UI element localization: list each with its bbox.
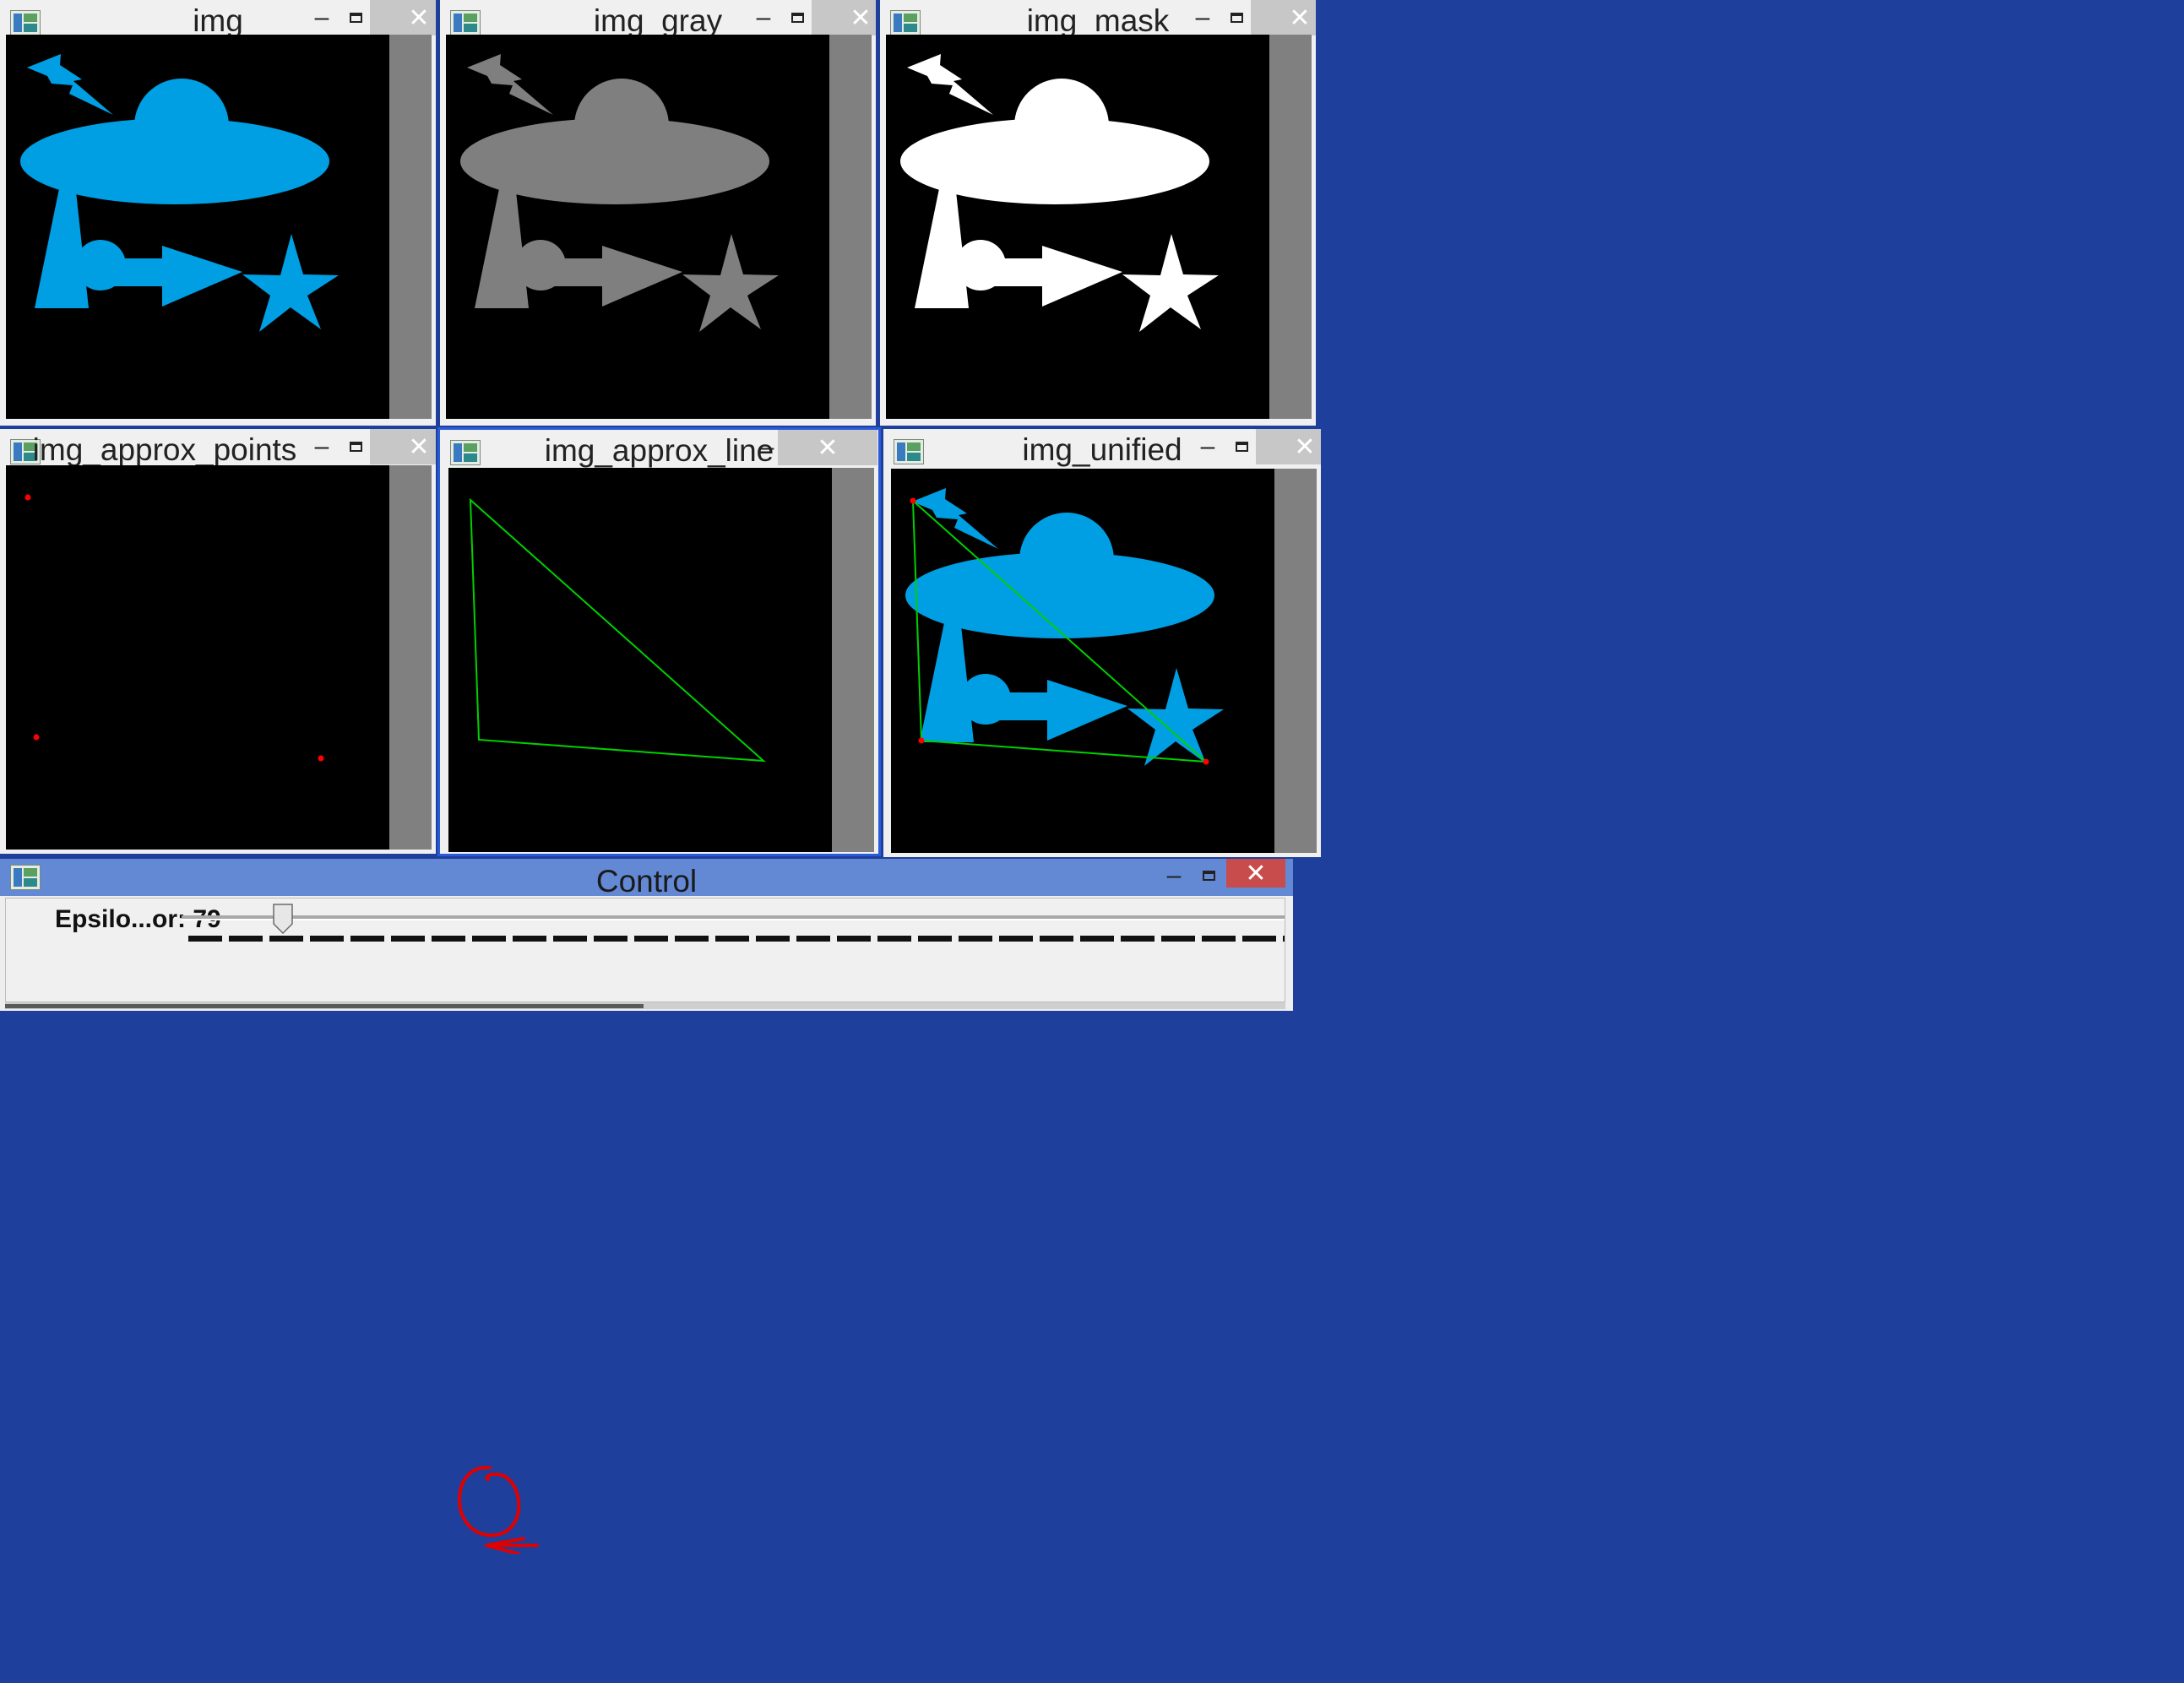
trackbar-tick: [1161, 936, 1195, 942]
scrollbar-thumb[interactable]: [5, 1004, 644, 1008]
horizontal-scrollbar[interactable]: [5, 1002, 1285, 1009]
app-icon: [10, 10, 41, 35]
window-img: img – ✕: [0, 0, 436, 426]
trackbar-tick: [513, 936, 546, 942]
close-button[interactable]: ✕: [1226, 859, 1285, 888]
canvas-scrollbar[interactable]: [389, 35, 432, 419]
trackbar-tick: [877, 936, 911, 942]
trackbar-panel: Epsilo...or: 79: [5, 898, 1285, 1002]
approx-point: [918, 737, 925, 744]
close-button[interactable]: ✕: [812, 0, 876, 35]
image-canvas: [448, 468, 832, 852]
trackbar-tick: [1242, 936, 1276, 942]
app-icon: [10, 865, 41, 890]
trackbar-tick: [918, 936, 952, 942]
image-canvas: [891, 469, 1274, 853]
trackbar-ticks: [188, 936, 1285, 942]
canvas-scrollbar[interactable]: [1269, 35, 1312, 419]
app-icon: [450, 440, 481, 465]
trackbar-track[interactable]: [182, 915, 1285, 920]
window-img-approx-points: img_approx_points – ✕: [0, 429, 436, 854]
window-img-unified: img_unified – ✕: [883, 429, 1321, 857]
trackbar-tick: [553, 936, 587, 942]
approx-point: [1203, 758, 1209, 765]
trackbar-tick: [837, 936, 871, 942]
trackbar-tick: [634, 936, 668, 942]
window-img-gray: img_gray – ✕: [440, 0, 876, 426]
image-canvas: [886, 35, 1269, 419]
app-icon: [10, 439, 41, 464]
app-icon: [890, 10, 921, 35]
window-title: Control: [595, 864, 698, 899]
trackbar-tick: [391, 936, 425, 942]
canvas-scrollbar[interactable]: [832, 468, 874, 852]
image-canvas: [446, 35, 829, 419]
window-control: Control – ✕ Epsilo...or: 79: [0, 859, 1293, 1011]
trackbar-tick: [472, 936, 506, 942]
image-canvas: [6, 35, 389, 419]
maximize-icon: [1235, 442, 1248, 452]
close-button[interactable]: ✕: [370, 429, 436, 464]
close-button[interactable]: ✕: [1251, 0, 1316, 35]
approx-point: [318, 755, 324, 762]
trackbar-tick: [1202, 936, 1236, 942]
title-bar[interactable]: Control – ✕: [0, 859, 1293, 899]
image-canvas: [6, 465, 389, 850]
trackbar-tick: [1080, 936, 1114, 942]
trackbar-tick: [229, 936, 263, 942]
trackbar-tick: [350, 936, 384, 942]
approx-contour-line: [469, 497, 766, 763]
maximize-icon: [1230, 13, 1243, 23]
window-title: img_approx_points: [32, 432, 297, 467]
trackbar-tick: [715, 936, 749, 942]
trackbar-tick: [959, 936, 992, 942]
maximize-button[interactable]: [1187, 859, 1230, 893]
trackbar-thumb[interactable]: [273, 904, 293, 935]
maximize-icon: [349, 442, 362, 452]
window-img-approx-line: img_approx_line – ✕: [437, 427, 881, 856]
maximize-icon: [790, 13, 804, 23]
close-button[interactable]: ✕: [1256, 429, 1321, 464]
close-button[interactable]: ✕: [778, 430, 877, 465]
trackbar-tick: [1283, 936, 1285, 942]
trackbar-tick: [1040, 936, 1073, 942]
window-img-mask: img_mask – ✕: [880, 0, 1316, 426]
trackbar-tick: [999, 936, 1033, 942]
canvas-scrollbar[interactable]: [1274, 469, 1317, 853]
trackbar-tick: [188, 936, 222, 942]
trackbar-tick: [675, 936, 709, 942]
app-icon: [894, 439, 924, 464]
close-button[interactable]: ✕: [370, 0, 436, 35]
approx-point: [24, 494, 31, 501]
maximize-icon: [1202, 871, 1215, 881]
maximize-icon: [349, 13, 362, 23]
trackbar-tick: [756, 936, 790, 942]
app-icon: [450, 10, 481, 35]
trackbar-tick: [310, 936, 344, 942]
trackbar-tick: [1121, 936, 1154, 942]
trackbar-tick: [594, 936, 627, 942]
trackbar-tick: [432, 936, 465, 942]
trackbar-tick: [269, 936, 303, 942]
trackbar-tick: [796, 936, 830, 942]
approx-point: [33, 734, 40, 741]
annotation-circle-arrow-icon: [457, 1465, 539, 1554]
canvas-scrollbar[interactable]: [389, 465, 432, 850]
canvas-scrollbar[interactable]: [829, 35, 872, 419]
approx-point: [910, 497, 916, 504]
